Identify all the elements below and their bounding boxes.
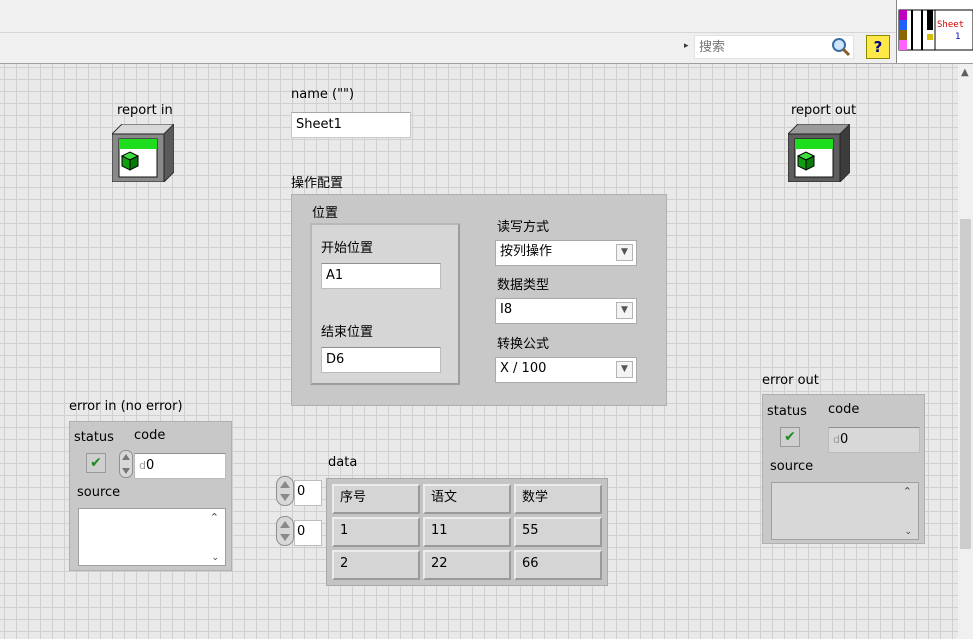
row-index-input[interactable]: 0: [294, 480, 322, 506]
error-out-code-prefix: d: [833, 433, 840, 446]
search-expand-icon[interactable]: ▸: [684, 41, 689, 51]
error-out-code-value: 0: [839, 432, 849, 447]
scroll-up-icon[interactable]: ▲: [961, 67, 969, 78]
vertical-scrollbar[interactable]: ▲: [958, 64, 973, 639]
table-cell[interactable]: 1: [332, 517, 420, 547]
scroll-down-icon[interactable]: ⌄: [904, 527, 912, 537]
formula-value: X / 100: [500, 361, 547, 376]
error-in-source-label: source: [77, 485, 121, 500]
data-table-label: data: [328, 455, 358, 470]
error-in-code-input[interactable]: d0: [134, 453, 226, 479]
error-in-label: error in (no error): [69, 399, 183, 414]
vi-icon-graphic: [898, 9, 973, 51]
table-cell[interactable]: 55: [514, 517, 602, 547]
search-icon[interactable]: [830, 36, 852, 58]
config-cluster-label: 操作配置: [291, 176, 344, 191]
error-in-code-label: code: [134, 428, 166, 443]
scrollbar-thumb[interactable]: [960, 219, 971, 549]
data-type-select[interactable]: I8 ▼: [495, 298, 637, 324]
scroll-up-icon[interactable]: ⌃: [210, 511, 219, 524]
formula-select[interactable]: X / 100 ▼: [495, 357, 637, 383]
error-in-code-value: 0: [145, 458, 155, 473]
rw-mode-label: 读写方式: [497, 220, 550, 235]
error-out-label: error out: [762, 373, 819, 388]
position-group-label: 位置: [312, 206, 339, 221]
scroll-down-icon[interactable]: ⌄: [211, 553, 219, 563]
name-label: name (""): [291, 87, 355, 102]
error-in-status-label: status: [74, 430, 114, 445]
name-input[interactable]: Sheet1: [291, 112, 411, 138]
report-out-label: report out: [791, 103, 857, 118]
start-position-label: 开始位置: [321, 241, 374, 256]
row-index-spinner-icon[interactable]: [276, 476, 294, 506]
rw-mode-select[interactable]: 按列操作 ▼: [495, 240, 637, 266]
end-position-input[interactable]: D6: [321, 347, 441, 373]
table-cell[interactable]: 11: [423, 517, 511, 547]
table-cell[interactable]: 语文: [423, 484, 511, 514]
vi-icon-text-2: 1: [955, 32, 961, 42]
error-out-source-label: source: [770, 459, 814, 474]
error-out-status-indicator: ✔: [780, 427, 800, 447]
chevron-down-icon[interactable]: ▼: [616, 244, 633, 261]
error-in-code-prefix: d: [139, 459, 146, 472]
error-in-status-checkbox[interactable]: ✔: [86, 453, 106, 473]
data-type-label: 数据类型: [497, 278, 550, 293]
formula-label: 转换公式: [497, 337, 550, 352]
error-out-source-display: ⌃ ⌄: [771, 482, 919, 540]
table-cell[interactable]: 2: [332, 550, 420, 580]
error-out-code-label: code: [828, 402, 860, 417]
vi-icon: Sheet 1: [896, 0, 973, 64]
report-out-refnum-icon: [788, 124, 850, 182]
col-index-input[interactable]: 0: [294, 520, 322, 546]
table-cell[interactable]: 序号: [332, 484, 420, 514]
help-button[interactable]: ?: [866, 35, 890, 59]
table-cell[interactable]: 66: [514, 550, 602, 580]
toolbar-divider: [0, 32, 896, 33]
error-out-status-label: status: [767, 404, 807, 419]
chevron-down-icon[interactable]: ▼: [616, 302, 633, 319]
data-type-value: I8: [500, 302, 513, 317]
report-in-label: report in: [117, 103, 173, 118]
end-position-label: 结束位置: [321, 325, 374, 340]
error-in-code-spinner-icon[interactable]: [119, 450, 133, 478]
error-out-code-display: d0: [828, 427, 920, 453]
rw-mode-value: 按列操作: [500, 244, 553, 259]
report-in-refnum-icon[interactable]: [112, 124, 174, 182]
col-index-spinner-icon[interactable]: [276, 516, 294, 546]
start-position-input[interactable]: A1: [321, 263, 441, 289]
scroll-up-icon[interactable]: ⌃: [903, 485, 912, 498]
error-in-source-textarea[interactable]: ⌃ ⌄: [78, 508, 226, 566]
table-cell[interactable]: 22: [423, 550, 511, 580]
table-cell[interactable]: 数学: [514, 484, 602, 514]
search-input[interactable]: [695, 36, 815, 58]
chevron-down-icon[interactable]: ▼: [616, 361, 633, 378]
vi-icon-text-1: Sheet: [937, 20, 965, 30]
